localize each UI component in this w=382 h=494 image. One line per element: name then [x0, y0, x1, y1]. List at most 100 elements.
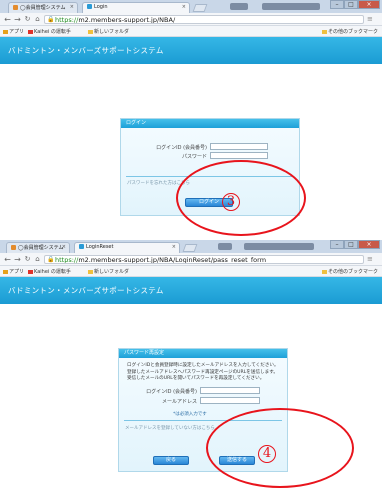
page-favicon-icon [13, 5, 18, 10]
window-controls: – □ × [330, 240, 380, 250]
close-tab-icon[interactable]: × [62, 244, 66, 250]
redacted-block [230, 3, 248, 10]
forward-arrow-icon[interactable]: → [13, 255, 22, 264]
required-note: *は必須入力です [173, 412, 207, 417]
bookmarks-bar: アプリ Kaihei の運転手 新しいフォルダ その他のブックマーク [0, 26, 382, 37]
tab-label: LoginReset [86, 244, 114, 250]
back-arrow-icon[interactable]: ← [3, 15, 12, 24]
lock-icon: 🔒 [47, 256, 55, 263]
address-bar[interactable]: 🔒 https://m2.members-support.jp/NBA/ [44, 15, 364, 24]
url-path: m2.members-support.jp/NBA/ [78, 16, 176, 24]
maximize-icon[interactable]: □ [344, 240, 358, 249]
bookmark-label: Kaihei の運転手 [34, 29, 71, 35]
reload-icon[interactable]: ↻ [23, 255, 32, 264]
bookmarks-bar: アプリ Kaihei の運転手 新しいフォルダ その他のブックマーク [0, 266, 382, 277]
window-close-icon[interactable]: × [358, 0, 380, 9]
bookmark-label: その他のブックマーク [328, 29, 379, 35]
tab-members-system[interactable]: ◯会員管理システム × [8, 2, 78, 13]
redacted-block [262, 3, 320, 10]
new-tab-button[interactable] [182, 244, 198, 252]
login-screenshot: ◯会員管理システム × Login × – □ × ← → ↻ ⌂ 🔒 https… [0, 0, 382, 240]
minimize-icon[interactable]: – [330, 0, 344, 9]
url-scheme: https:// [55, 256, 79, 264]
minimize-icon[interactable]: – [330, 240, 344, 249]
browser-toolbar: ← → ↻ ⌂ 🔒 https://m2.members-support.jp/N… [0, 13, 382, 26]
step-number-badge: 4 [258, 440, 276, 463]
folder-icon [88, 29, 93, 34]
home-icon[interactable]: ⌂ [33, 15, 42, 24]
bookmark-others[interactable]: その他のブックマーク [322, 28, 378, 35]
apps-grid-icon [3, 269, 8, 274]
url-scheme: https:// [55, 16, 79, 24]
bookmark-label: その他のブックマーク [328, 269, 379, 275]
bookmark-label: 新しいフォルダ [94, 269, 130, 275]
bookmark-apps[interactable]: アプリ [3, 268, 24, 275]
page-favicon-icon [87, 4, 92, 9]
address-bar[interactable]: 🔒 https://m2.members-support.jp/NBA/Login… [44, 255, 364, 264]
bookmark-label: アプリ [9, 29, 25, 35]
back-arrow-icon[interactable]: ← [3, 255, 12, 264]
bookmark-label: アプリ [9, 269, 25, 275]
email-label: メールアドレス [161, 399, 197, 405]
url-path: m2.members-support.jp/NBA/LoginReset/pas… [78, 256, 267, 264]
new-tab-button[interactable] [192, 4, 208, 12]
bookmark-kaihei[interactable]: Kaihei の運転手 [28, 268, 71, 275]
bookmark-new-folder[interactable]: 新しいフォルダ [88, 268, 129, 275]
bookmark-others[interactable]: その他のブックマーク [322, 268, 378, 275]
apps-grid-icon [3, 29, 8, 34]
back-button[interactable]: 戻る [153, 456, 189, 465]
window-close-icon[interactable]: × [358, 240, 380, 249]
site-title: バドミントン・メンバーズサポートシステム [8, 286, 164, 295]
folder-icon [88, 269, 93, 274]
password-reset-screenshot: ◯会員管理システム × LoginReset × – □ × ← → ↻ ⌂ 🔒… [0, 240, 382, 494]
password-label: パスワード [181, 154, 207, 160]
instruction-line: ログインIDと会員登録時に設定したメールアドレスを入力してください。 [127, 363, 279, 368]
forward-arrow-icon[interactable]: → [13, 15, 22, 24]
home-icon[interactable]: ⌂ [33, 255, 42, 264]
login-id-label: ログインID (会員番号) [156, 145, 207, 151]
redacted-block [218, 243, 232, 250]
no-email-link[interactable]: メールアドレスを登録していない方はこちら [125, 425, 215, 431]
password-input[interactable] [210, 152, 268, 159]
tab-strip: ◯会員管理システム × LoginReset × – □ × [0, 240, 382, 253]
browser-toolbar: ← → ↻ ⌂ 🔒 https://m2.members-support.jp/N… [0, 253, 382, 266]
tab-login-reset[interactable]: LoginReset × [74, 242, 180, 253]
tab-login[interactable]: Login × [82, 2, 190, 13]
tab-label: ◯会員管理システム [18, 245, 64, 251]
maximize-icon[interactable]: □ [344, 0, 358, 9]
close-tab-icon[interactable]: × [172, 244, 176, 250]
bookmark-new-folder[interactable]: 新しいフォルダ [88, 28, 129, 35]
step-number: 4 [258, 445, 276, 463]
step-number-badge: 3 [222, 188, 240, 211]
login-id-input[interactable] [210, 143, 268, 150]
page-banner: バドミントン・メンバーズサポートシステム [0, 277, 382, 304]
lock-icon: 🔒 [47, 16, 55, 23]
redacted-block [244, 243, 314, 250]
tab-strip: ◯会員管理システム × Login × – □ × [0, 0, 382, 13]
menu-icon[interactable]: ≡ [367, 255, 373, 263]
folder-icon [322, 29, 327, 34]
bookmark-kaihei[interactable]: Kaihei の運転手 [28, 28, 71, 35]
close-tab-icon[interactable]: × [182, 4, 186, 10]
highlight-circle [206, 408, 354, 488]
login-id-label: ログインID (会員番号) [146, 389, 197, 395]
bookmark-favicon-icon [28, 269, 33, 274]
page-favicon-icon [79, 244, 84, 249]
dialog-title: ログイン [121, 119, 299, 128]
bookmark-label: Kaihei の運転手 [34, 269, 71, 275]
highlight-circle [176, 160, 306, 236]
menu-icon[interactable]: ≡ [367, 15, 373, 23]
tab-label: ◯会員管理システム [20, 5, 66, 11]
folder-icon [322, 269, 327, 274]
bookmark-apps[interactable]: アプリ [3, 28, 24, 35]
page-banner: バドミントン・メンバーズサポートシステム [0, 37, 382, 64]
email-input[interactable] [200, 397, 260, 404]
dialog-title: パスワード再設定 [119, 349, 287, 358]
login-id-input[interactable] [200, 387, 260, 394]
close-tab-icon[interactable]: × [70, 4, 74, 10]
bookmark-favicon-icon [28, 29, 33, 34]
reload-icon[interactable]: ↻ [23, 15, 32, 24]
tab-members-system[interactable]: ◯会員管理システム × [6, 242, 70, 253]
instructions: ログインIDと会員登録時に設定したメールアドレスを入力してください。 登録したメ… [127, 363, 285, 383]
page-favicon-icon [11, 245, 16, 250]
